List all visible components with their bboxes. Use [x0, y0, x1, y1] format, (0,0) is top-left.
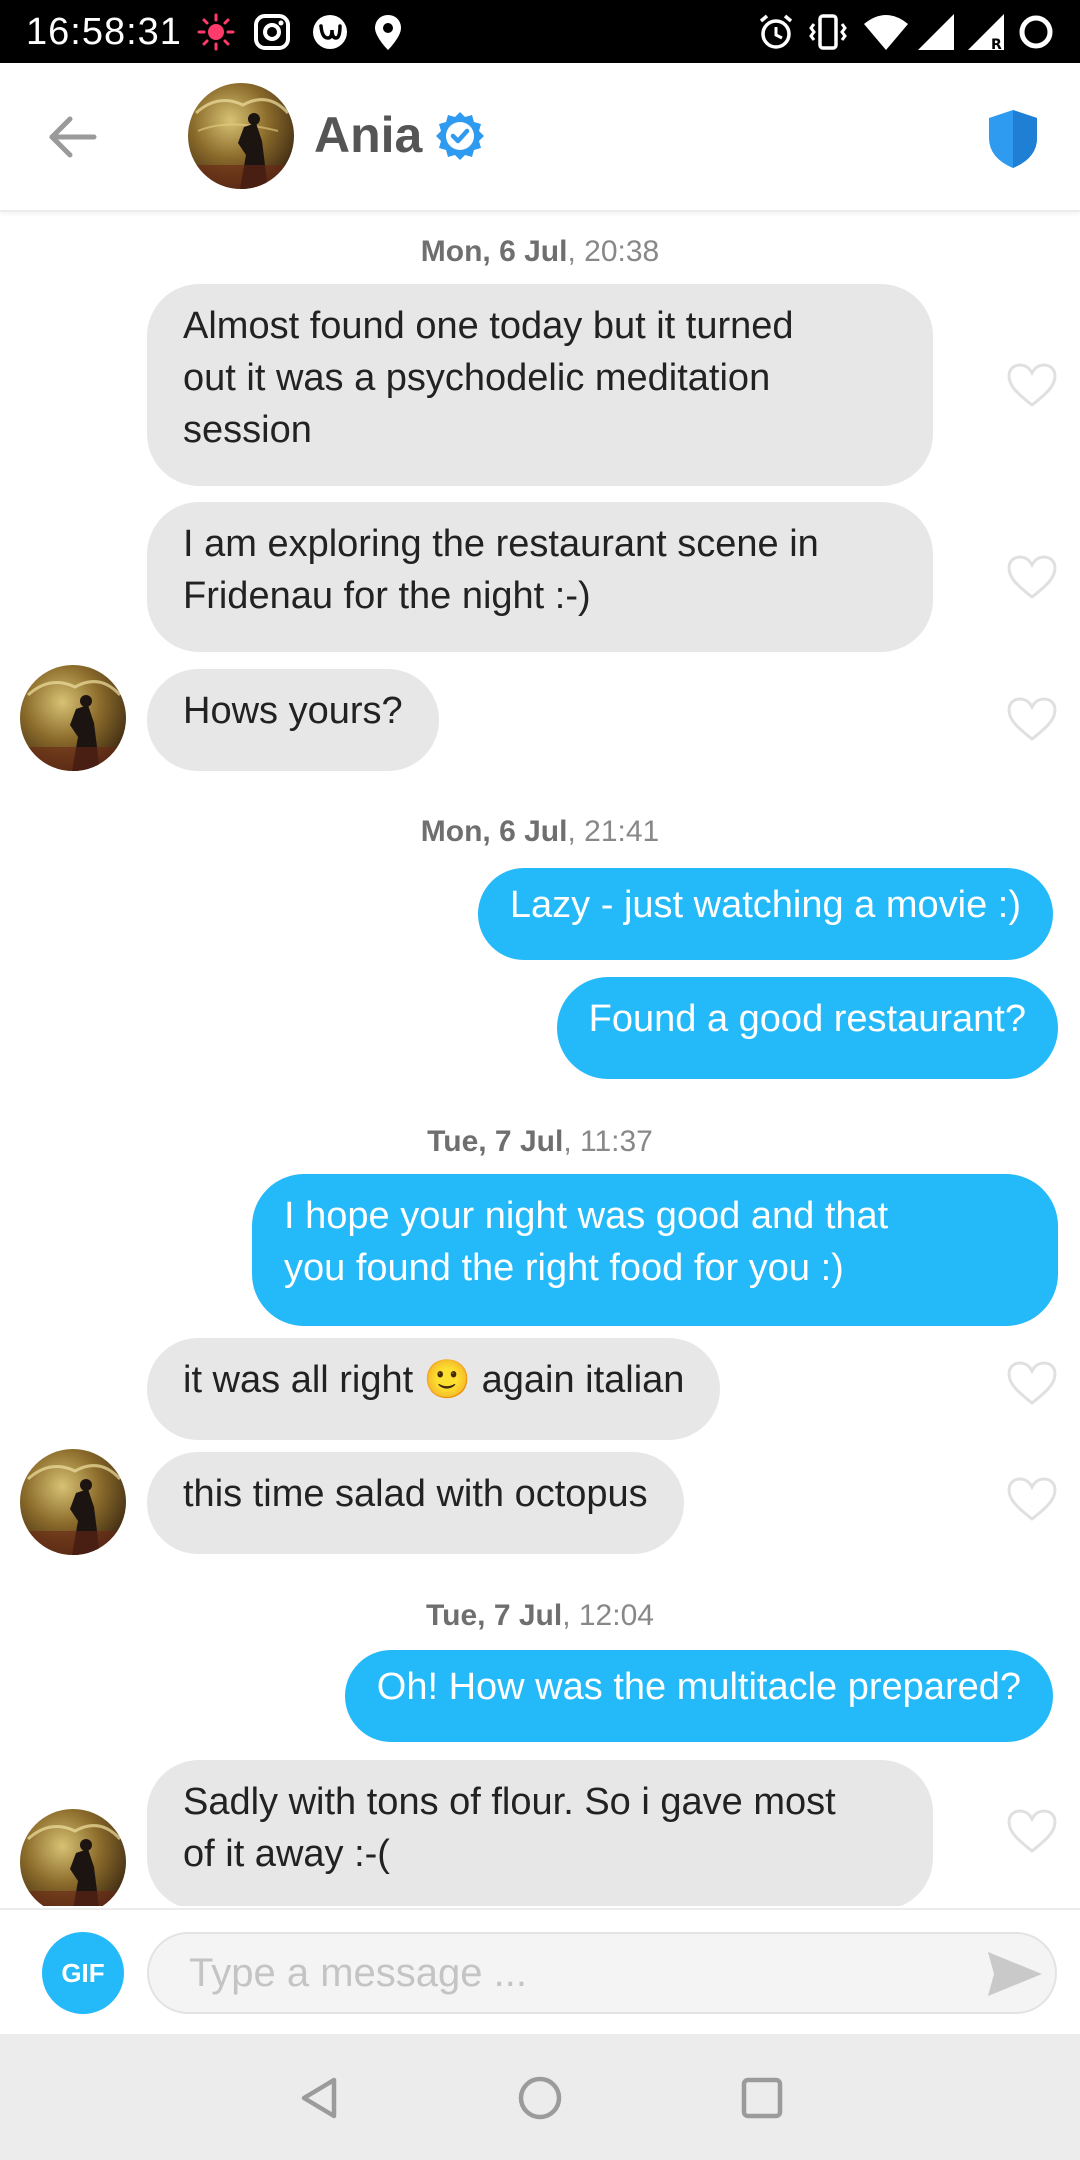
- send-icon[interactable]: [986, 1950, 1044, 1998]
- incoming-message[interactable]: Sadly with tons of flour. So i gave most…: [147, 1760, 933, 1906]
- app-icon: [313, 15, 347, 49]
- contact-avatar[interactable]: [20, 1449, 126, 1555]
- notification-dot-icon: [197, 13, 235, 51]
- incoming-message[interactable]: this time salad with octopus: [147, 1452, 684, 1554]
- like-heart-icon[interactable]: [1006, 362, 1058, 408]
- contact-avatar[interactable]: [188, 83, 294, 189]
- contact-avatar[interactable]: [20, 1809, 126, 1906]
- status-time: 16:58:31: [26, 11, 182, 53]
- timestamp: Tue, 7 Jul, 12:04: [426, 1599, 654, 1632]
- message-input[interactable]: [147, 1932, 1057, 2014]
- back-arrow-icon[interactable]: [40, 105, 104, 169]
- outgoing-message[interactable]: Lazy - just watching a movie :): [477, 868, 1053, 960]
- like-heart-icon[interactable]: [1006, 1808, 1058, 1854]
- outgoing-message[interactable]: I hope your night was good and that you …: [252, 1174, 1058, 1326]
- system-nav-bar: [0, 2034, 1080, 2160]
- instagram-icon: [254, 14, 290, 50]
- alarm-icon: [759, 14, 793, 49]
- signal-roaming-icon: R: [968, 14, 1004, 52]
- battery-ring-icon: [1019, 15, 1053, 49]
- timestamp: Tue, 7 Jul, 11:37: [427, 1125, 653, 1158]
- svg-text:R: R: [991, 37, 1002, 52]
- nav-back-icon[interactable]: [296, 2074, 344, 2122]
- incoming-message[interactable]: Almost found one today but it turned out…: [147, 284, 933, 486]
- outgoing-message[interactable]: Found a good restaurant?: [556, 977, 1058, 1079]
- contact-avatar[interactable]: [20, 665, 126, 771]
- message-list[interactable]: Mon, 6 Jul, 20:38 Almost found one today…: [0, 212, 1080, 1906]
- vibrate-icon: [809, 14, 847, 50]
- outgoing-message[interactable]: Oh! How was the multitacle prepared?: [344, 1650, 1053, 1742]
- incoming-message[interactable]: Hows yours?: [147, 669, 439, 771]
- timestamp: Mon, 6 Jul, 21:41: [420, 815, 660, 848]
- incoming-message[interactable]: it was all right 🙂 again italian: [147, 1338, 721, 1440]
- nav-home-icon[interactable]: [516, 2074, 564, 2122]
- like-heart-icon[interactable]: [1006, 696, 1058, 742]
- verified-badge-icon: [436, 112, 484, 160]
- wifi-icon: [864, 15, 908, 50]
- contact-name[interactable]: Ania: [314, 103, 422, 167]
- signal-icon: [918, 14, 954, 50]
- chat-header: Ania: [0, 63, 1080, 212]
- safety-shield-icon[interactable]: [985, 108, 1041, 170]
- location-pin-icon: [375, 15, 401, 50]
- timestamp: Mon, 6 Jul, 20:38: [420, 235, 660, 268]
- gif-button[interactable]: GIF: [42, 1932, 124, 2014]
- message-composer: GIF: [0, 1908, 1080, 2036]
- nav-recents-icon[interactable]: [738, 2074, 786, 2122]
- like-heart-icon[interactable]: [1006, 1476, 1058, 1522]
- status-bar: 16:58:31 R: [0, 0, 1080, 63]
- like-heart-icon[interactable]: [1006, 1360, 1058, 1406]
- incoming-message[interactable]: I am exploring the restaurant scene in F…: [147, 502, 933, 652]
- like-heart-icon[interactable]: [1006, 554, 1058, 600]
